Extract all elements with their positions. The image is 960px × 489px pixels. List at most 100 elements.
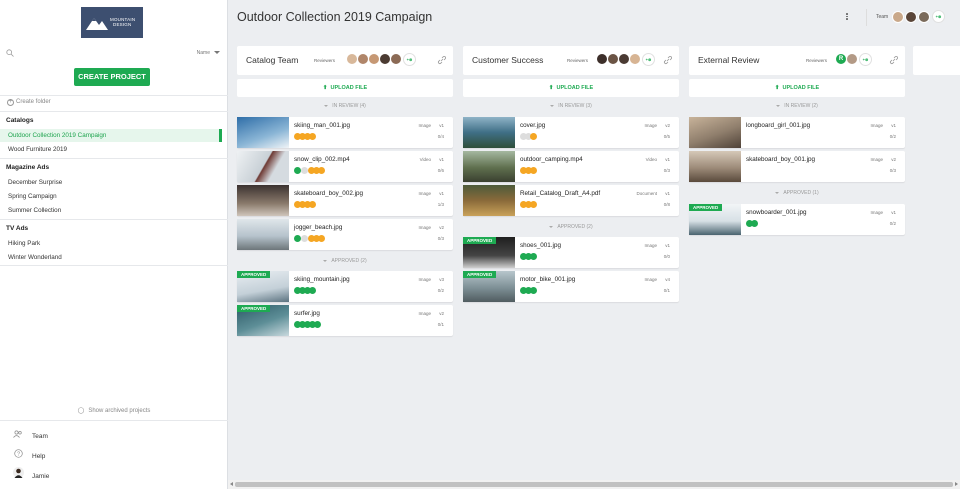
step-dot: [309, 287, 316, 294]
step-dot: [294, 167, 301, 174]
file-name: skiing_mountain.jpg: [294, 276, 350, 283]
file-name: shoes_001.jpg: [520, 242, 561, 249]
in-review-section-toggle[interactable]: IN REVIEW (4): [237, 103, 453, 109]
file-card[interactable]: APPROVED shoes_001.jpg Image v1 0/0: [463, 237, 679, 268]
approved-section-toggle[interactable]: APPROVED (2): [237, 258, 453, 264]
scroll-left-icon[interactable]: [230, 482, 233, 486]
create-project-button[interactable]: CREATE PROJECT: [74, 68, 150, 86]
team-avatar[interactable]: [905, 11, 917, 23]
more-options-icon[interactable]: [846, 13, 848, 21]
link-icon[interactable]: [437, 55, 447, 65]
upload-file-button[interactable]: ⬆ UPLOAD FILE: [689, 79, 905, 97]
upload-icon: ⬆: [548, 85, 554, 91]
team-icon: [12, 430, 24, 440]
brand-text: MOUNTAIN DESIGN: [110, 17, 136, 27]
show-archived-label: Show archived projects: [88, 408, 151, 414]
divider: [0, 420, 228, 421]
svg-text:?: ?: [16, 452, 19, 458]
nav-team-label: Team: [32, 433, 48, 440]
file-name: skiing_man_001.jpg: [294, 122, 351, 129]
search-input[interactable]: [16, 48, 166, 59]
reviewer-avatar[interactable]: [629, 53, 641, 65]
file-card[interactable]: longboard_girl_001.jpg Image v1 0/2: [689, 117, 905, 148]
file-version: v1: [665, 191, 670, 196]
create-folder-button[interactable]: + Create folder: [7, 99, 51, 106]
folder-name[interactable]: Catalogs: [6, 117, 33, 124]
horizontal-scrollbar[interactable]: [228, 480, 960, 489]
show-archived-projects[interactable]: ◯ Show archived projects: [0, 407, 228, 414]
section-label: APPROVED (2): [557, 224, 593, 230]
file-card[interactable]: skateboard_boy_002.jpg Image v1 1/3: [237, 185, 453, 216]
project-item-december-surprise[interactable]: December Surprise: [0, 176, 222, 189]
scroll-right-icon[interactable]: [955, 482, 958, 486]
file-card[interactable]: skateboard_boy_001.jpg Image v2 0/3: [689, 151, 905, 182]
nav-profile[interactable]: Jamie: [12, 467, 49, 480]
file-type: Image: [418, 311, 431, 316]
file-card[interactable]: skiing_man_001.jpg Image v1 0/4: [237, 117, 453, 148]
chevron-down-icon: [550, 104, 555, 107]
file-name: jogger_beach.jpg: [294, 224, 343, 231]
upload-file-button[interactable]: ⬆ UPLOAD FILE: [237, 79, 453, 97]
nav-help[interactable]: ? Help: [12, 449, 45, 460]
file-card[interactable]: APPROVED skiing_mountain.jpg Image v3 0/…: [237, 271, 453, 302]
file-card[interactable]: snow_clip_002.mp4 Video v1 0/6: [237, 151, 453, 182]
reviewers-label: Reviewers: [314, 58, 336, 63]
file-version: v1: [665, 157, 670, 162]
sort-dropdown[interactable]: Name: [197, 50, 220, 56]
file-version: v1: [891, 123, 896, 128]
comment-count: 0/3: [437, 236, 444, 241]
upload-file-button[interactable]: ⬆ UPLOAD FILE: [463, 79, 679, 97]
team-avatar[interactable]: [918, 11, 930, 23]
link-icon[interactable]: [889, 55, 899, 65]
section-label: IN REVIEW (3): [558, 103, 592, 109]
file-thumbnail: [463, 117, 515, 148]
file-card[interactable]: cover.jpg Image v2 0/5: [463, 117, 679, 148]
file-type: Video: [419, 157, 431, 162]
file-card[interactable]: APPROVED snowboarder_001.jpg Image v1 0/…: [689, 204, 905, 235]
in-review-section-toggle[interactable]: IN REVIEW (2): [689, 103, 905, 109]
comment-count: 0/1: [663, 288, 670, 293]
file-card[interactable]: APPROVED surfer.jpg Image v2 0/1: [237, 305, 453, 336]
approved-badge: APPROVED: [237, 271, 271, 278]
reviewers-label: Reviewers: [567, 58, 589, 63]
project-item-hiking-park[interactable]: Hiking Park: [0, 237, 222, 250]
nav-team[interactable]: Team: [12, 430, 48, 440]
reviewer-avatar[interactable]: [846, 53, 858, 65]
team-avatar[interactable]: [892, 11, 904, 23]
project-item-summer-collection[interactable]: Summer Collection: [0, 204, 222, 217]
scrollbar-thumb[interactable]: [235, 482, 953, 487]
add-reviewer-button[interactable]: +⊛: [403, 53, 416, 66]
project-item-spring-campaign[interactable]: Spring Campaign: [0, 190, 222, 203]
divider: [866, 9, 867, 26]
brand-logo[interactable]: MOUNTAIN DESIGN: [81, 7, 143, 38]
approved-badge: APPROVED: [463, 237, 497, 244]
file-type: Image: [418, 225, 431, 230]
add-team-member-button[interactable]: +⊛: [932, 10, 945, 23]
column-add-new[interactable]: [913, 46, 960, 75]
file-card[interactable]: APPROVED motor_bike_001.jpg Image v4 0/1: [463, 271, 679, 302]
file-name: Retail_Catalog_Draft_A4.pdf: [520, 190, 601, 197]
file-thumbnail: [237, 219, 289, 250]
folder-name[interactable]: Magazine Ads: [6, 164, 49, 171]
in-review-section-toggle[interactable]: IN REVIEW (3): [463, 103, 679, 109]
comment-count: 0/0: [663, 254, 670, 259]
project-item-outdoor-collection[interactable]: Outdoor Collection 2019 Campaign: [0, 129, 222, 142]
search-icon: [6, 49, 14, 57]
file-card[interactable]: jogger_beach.jpg Image v2 0/3: [237, 219, 453, 250]
upload-file-label: UPLOAD FILE: [330, 85, 368, 91]
approved-section-toggle[interactable]: APPROVED (2): [463, 224, 679, 230]
link-icon[interactable]: [663, 55, 673, 65]
project-item-wood-furniture[interactable]: Wood Furniture 2019: [0, 143, 222, 156]
folder-name[interactable]: TV Ads: [6, 225, 28, 232]
file-type: Image: [870, 210, 883, 215]
add-reviewer-button[interactable]: +⊛: [642, 53, 655, 66]
project-item-winter-wonderland[interactable]: Winter Wonderland: [0, 251, 222, 264]
reviewer-avatar[interactable]: [390, 53, 402, 65]
add-reviewer-button[interactable]: +⊛: [859, 53, 872, 66]
approved-section-toggle[interactable]: APPROVED (1): [689, 190, 905, 196]
file-card[interactable]: outdoor_camping.mp4 Video v1 0/3: [463, 151, 679, 182]
section-label: APPROVED (2): [331, 258, 367, 264]
file-card[interactable]: Retail_Catalog_Draft_A4.pdf Document v1 …: [463, 185, 679, 216]
column-title: Customer Success: [472, 55, 544, 65]
comment-count: 0/2: [889, 221, 896, 226]
